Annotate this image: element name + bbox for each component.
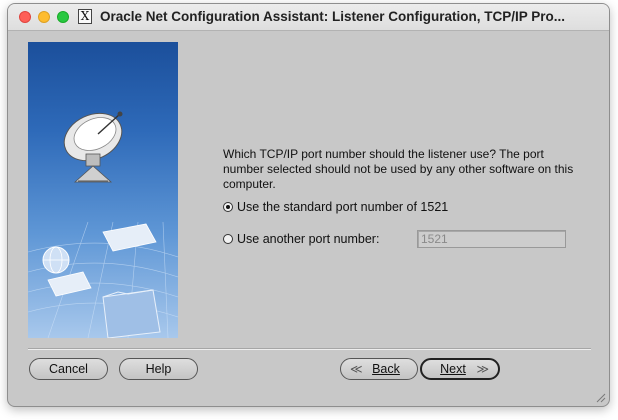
chevron-right-icon: ≫ (476, 362, 489, 376)
next-button[interactable]: Next ≫ (420, 358, 500, 380)
standard-port-radio[interactable] (223, 202, 233, 212)
back-button[interactable]: ≪ Back (340, 358, 418, 380)
back-label: Back (372, 362, 400, 376)
maximize-window-button[interactable] (57, 11, 69, 23)
standard-port-option[interactable]: Use the standard port number of 1521 (223, 200, 448, 216)
chevron-left-icon: ≪ (350, 362, 363, 376)
window-title: Oracle Net Configuration Assistant: List… (100, 9, 566, 24)
satellite-dish-icon (63, 111, 123, 183)
help-label: Help (145, 362, 172, 376)
illustration-svg (28, 111, 178, 338)
custom-port-radio[interactable] (223, 234, 233, 244)
resize-grip-icon[interactable] (594, 391, 606, 403)
minimize-window-button[interactable] (38, 11, 50, 23)
custom-port-option[interactable]: Use another port number: (223, 232, 379, 248)
wizard-side-illustration (28, 42, 178, 338)
port-question-text: Which TCP/IP port number should the list… (223, 147, 574, 191)
x11-icon: X (78, 9, 92, 24)
port-number-input[interactable]: 1521 (417, 230, 566, 248)
help-button[interactable]: Help (119, 358, 198, 380)
title-bar[interactable]: X Oracle Net Configuration Assistant: Li… (8, 4, 609, 31)
dialog-window: X Oracle Net Configuration Assistant: Li… (7, 3, 610, 407)
standard-port-label: Use the standard port number of 1521 (237, 200, 449, 214)
cancel-label: Cancel (49, 362, 88, 376)
button-separator (28, 348, 591, 350)
close-window-button[interactable] (19, 11, 31, 23)
next-label: Next (440, 362, 466, 376)
globe-icon (42, 246, 70, 274)
cancel-button[interactable]: Cancel (29, 358, 108, 380)
folder-icon (102, 289, 161, 338)
custom-port-label: Use another port number: (237, 232, 380, 246)
